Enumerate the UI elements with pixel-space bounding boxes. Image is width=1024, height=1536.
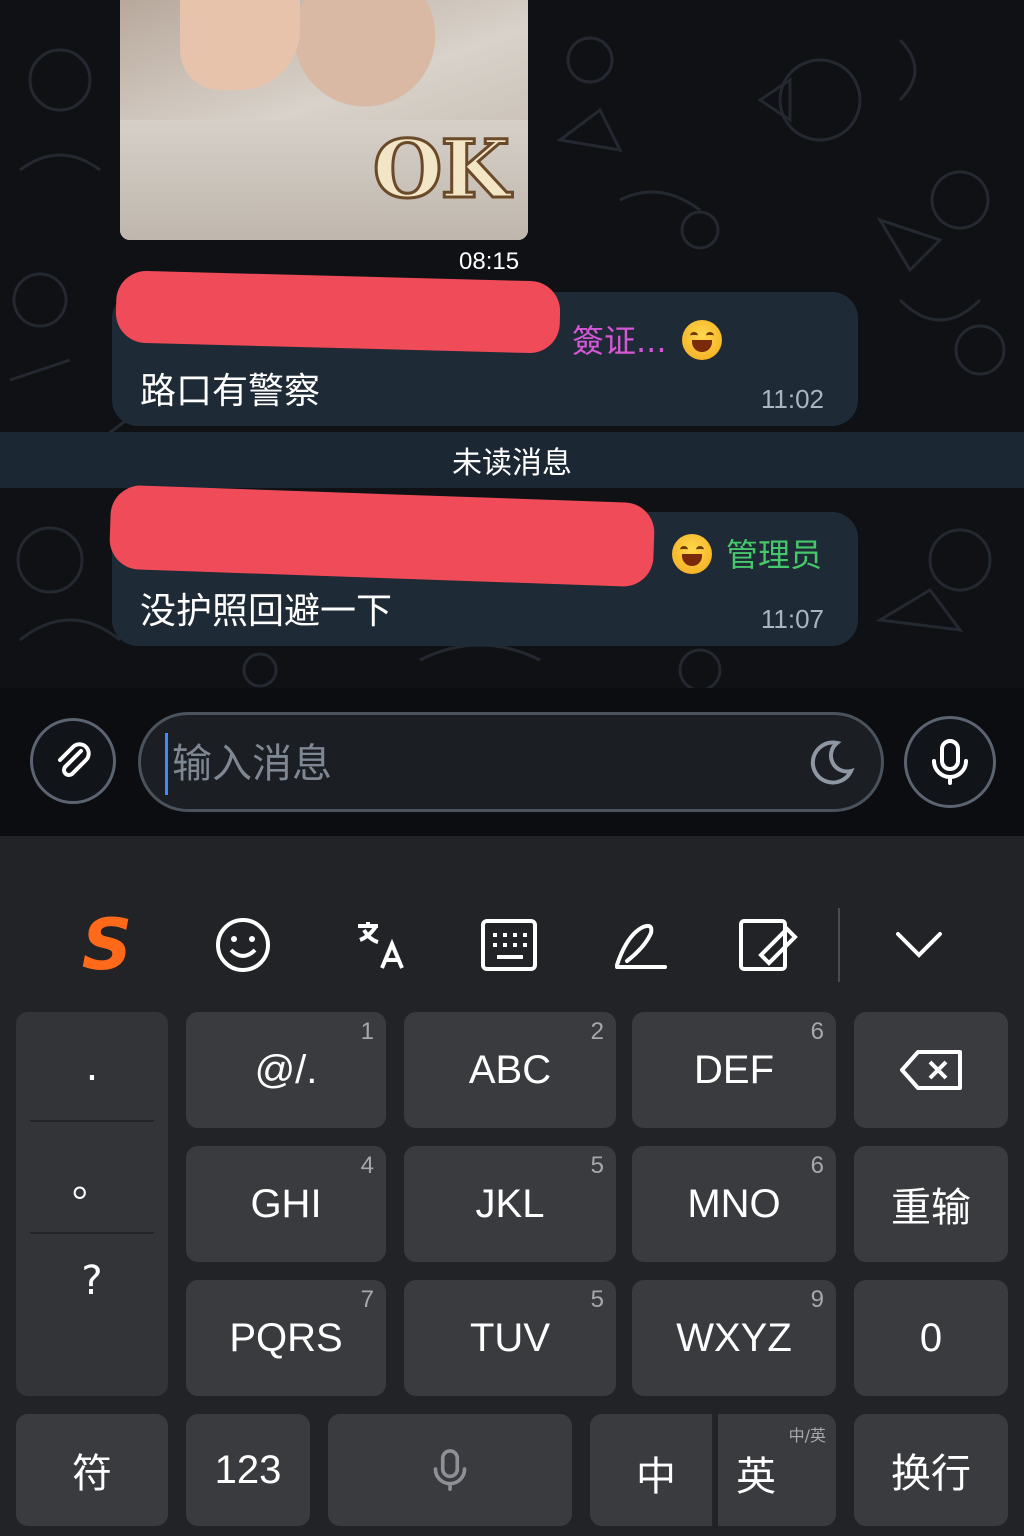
microphone-icon (433, 1449, 467, 1491)
key-label: 123 (214, 1447, 282, 1492)
sogou-logo: S (81, 904, 133, 986)
sender-tag: 簽证... (572, 322, 667, 360)
keyboard-layout-button[interactable] (474, 910, 544, 980)
emoji-button[interactable] (208, 910, 278, 980)
key-number: 7 (360, 1286, 374, 1313)
divider (30, 1120, 154, 1122)
key-label: GHI (250, 1181, 322, 1226)
key-6[interactable]: MNO 6 (632, 1146, 836, 1262)
space-key[interactable] (328, 1414, 572, 1526)
translate-button[interactable] (344, 910, 414, 980)
key-9[interactable]: WXYZ 9 (632, 1280, 836, 1396)
keyboard-icon (481, 919, 537, 971)
voice-button[interactable] (904, 716, 996, 808)
key-label: MNO (687, 1181, 781, 1226)
paperclip-icon (58, 742, 91, 777)
key-number: 5 (590, 1286, 604, 1313)
toolbar-divider (838, 908, 840, 982)
redaction-mark (115, 270, 561, 354)
message-text: 路口有警察 (140, 371, 321, 412)
key-4[interactable]: GHI 4 (186, 1146, 386, 1262)
translate-icon (358, 922, 404, 969)
grinning-emoji-icon (682, 320, 722, 360)
key-1[interactable]: @/. 1 (186, 1012, 386, 1128)
key-label: 符 (72, 1451, 112, 1497)
enter-key[interactable]: 换行 (854, 1414, 1008, 1526)
key-0[interactable]: 0 (854, 1280, 1008, 1396)
chevron-down-icon (896, 932, 942, 958)
punctuation-key[interactable]: 。 (16, 1124, 168, 1234)
key-5[interactable]: JKL 5 (404, 1146, 616, 1262)
chat-area: OK 08:15 簽证... 路口有警察 11:02 未读消息 管理员 没护照回… (0, 0, 1024, 688)
key-number: 9 (810, 1286, 824, 1313)
numbers-key[interactable]: 123 (186, 1414, 310, 1526)
message-timestamp: 11:02 (760, 384, 824, 414)
key-number: 5 (590, 1152, 604, 1179)
edit-button[interactable] (734, 910, 804, 980)
key-label: WXYZ (676, 1315, 792, 1360)
key-label: DEF (694, 1047, 774, 1092)
photo-message[interactable]: OK (120, 0, 528, 240)
photo-timestamp: 08:15 (459, 248, 520, 275)
grinning-emoji-icon (672, 534, 712, 574)
key-number: 4 (360, 1152, 374, 1179)
message-text: 没护照回避一下 (140, 591, 393, 632)
key-label: TUV (470, 1315, 550, 1360)
key-number: 1 (360, 1018, 374, 1045)
punctuation-column: . 。 ? (16, 1012, 168, 1396)
moon-icon[interactable] (807, 737, 857, 787)
key-7[interactable]: PQRS 7 (186, 1280, 386, 1396)
key-number: 2 (590, 1018, 604, 1045)
key-label: 换行 (891, 1451, 971, 1497)
punctuation-key[interactable]: ? (16, 1226, 168, 1336)
handwriting-button[interactable] (606, 910, 676, 980)
punctuation-key[interactable]: . (16, 1012, 168, 1122)
divider (712, 1414, 718, 1526)
backspace-icon (900, 1050, 962, 1090)
edit-icon (739, 919, 798, 971)
message-timestamp: 11:07 (760, 604, 824, 634)
key-8[interactable]: TUV 5 (404, 1280, 616, 1396)
handwriting-icon (615, 923, 667, 969)
unread-divider: 未读消息 (0, 432, 1024, 488)
key-label: PQRS (229, 1315, 343, 1360)
message-input[interactable] (165, 733, 794, 795)
key-number: 6 (810, 1152, 824, 1179)
keyboard: S . 。 ? @/. 1 ABC 2 DEF 6 GHI 4 JKL 5 MN… (0, 836, 1024, 1536)
sender-tag: 管理员 (726, 536, 823, 574)
symbols-key[interactable]: 符 (16, 1414, 168, 1526)
collapse-keyboard-button[interactable] (884, 910, 954, 980)
key-label: ABC (468, 1047, 552, 1092)
message-input-bar (0, 688, 1024, 836)
photo-hand (180, 0, 300, 90)
backspace-key[interactable] (854, 1012, 1008, 1128)
key-number: 6 (810, 1018, 824, 1045)
english-label: 英 (736, 1454, 776, 1500)
language-switch-key[interactable]: 中 英 中/英 (590, 1414, 836, 1526)
switch-hint: 中/英 (788, 1426, 826, 1445)
key-label: 重输 (891, 1185, 971, 1231)
key-label: 0 (919, 1315, 943, 1360)
message-field[interactable] (138, 712, 884, 812)
emoji-icon (216, 918, 270, 972)
chinese-label: 中 (636, 1454, 676, 1500)
microphone-icon (932, 739, 968, 785)
key-2[interactable]: ABC 2 (404, 1012, 616, 1128)
sogou-logo-button[interactable]: S (72, 904, 142, 986)
key-3[interactable]: DEF 6 (632, 1012, 836, 1128)
attach-button[interactable] (30, 718, 116, 804)
key-label: @/. (254, 1047, 318, 1092)
key-label: JKL (475, 1181, 545, 1226)
photo-caption: OK (371, 121, 511, 218)
reinput-key[interactable]: 重输 (854, 1146, 1008, 1262)
